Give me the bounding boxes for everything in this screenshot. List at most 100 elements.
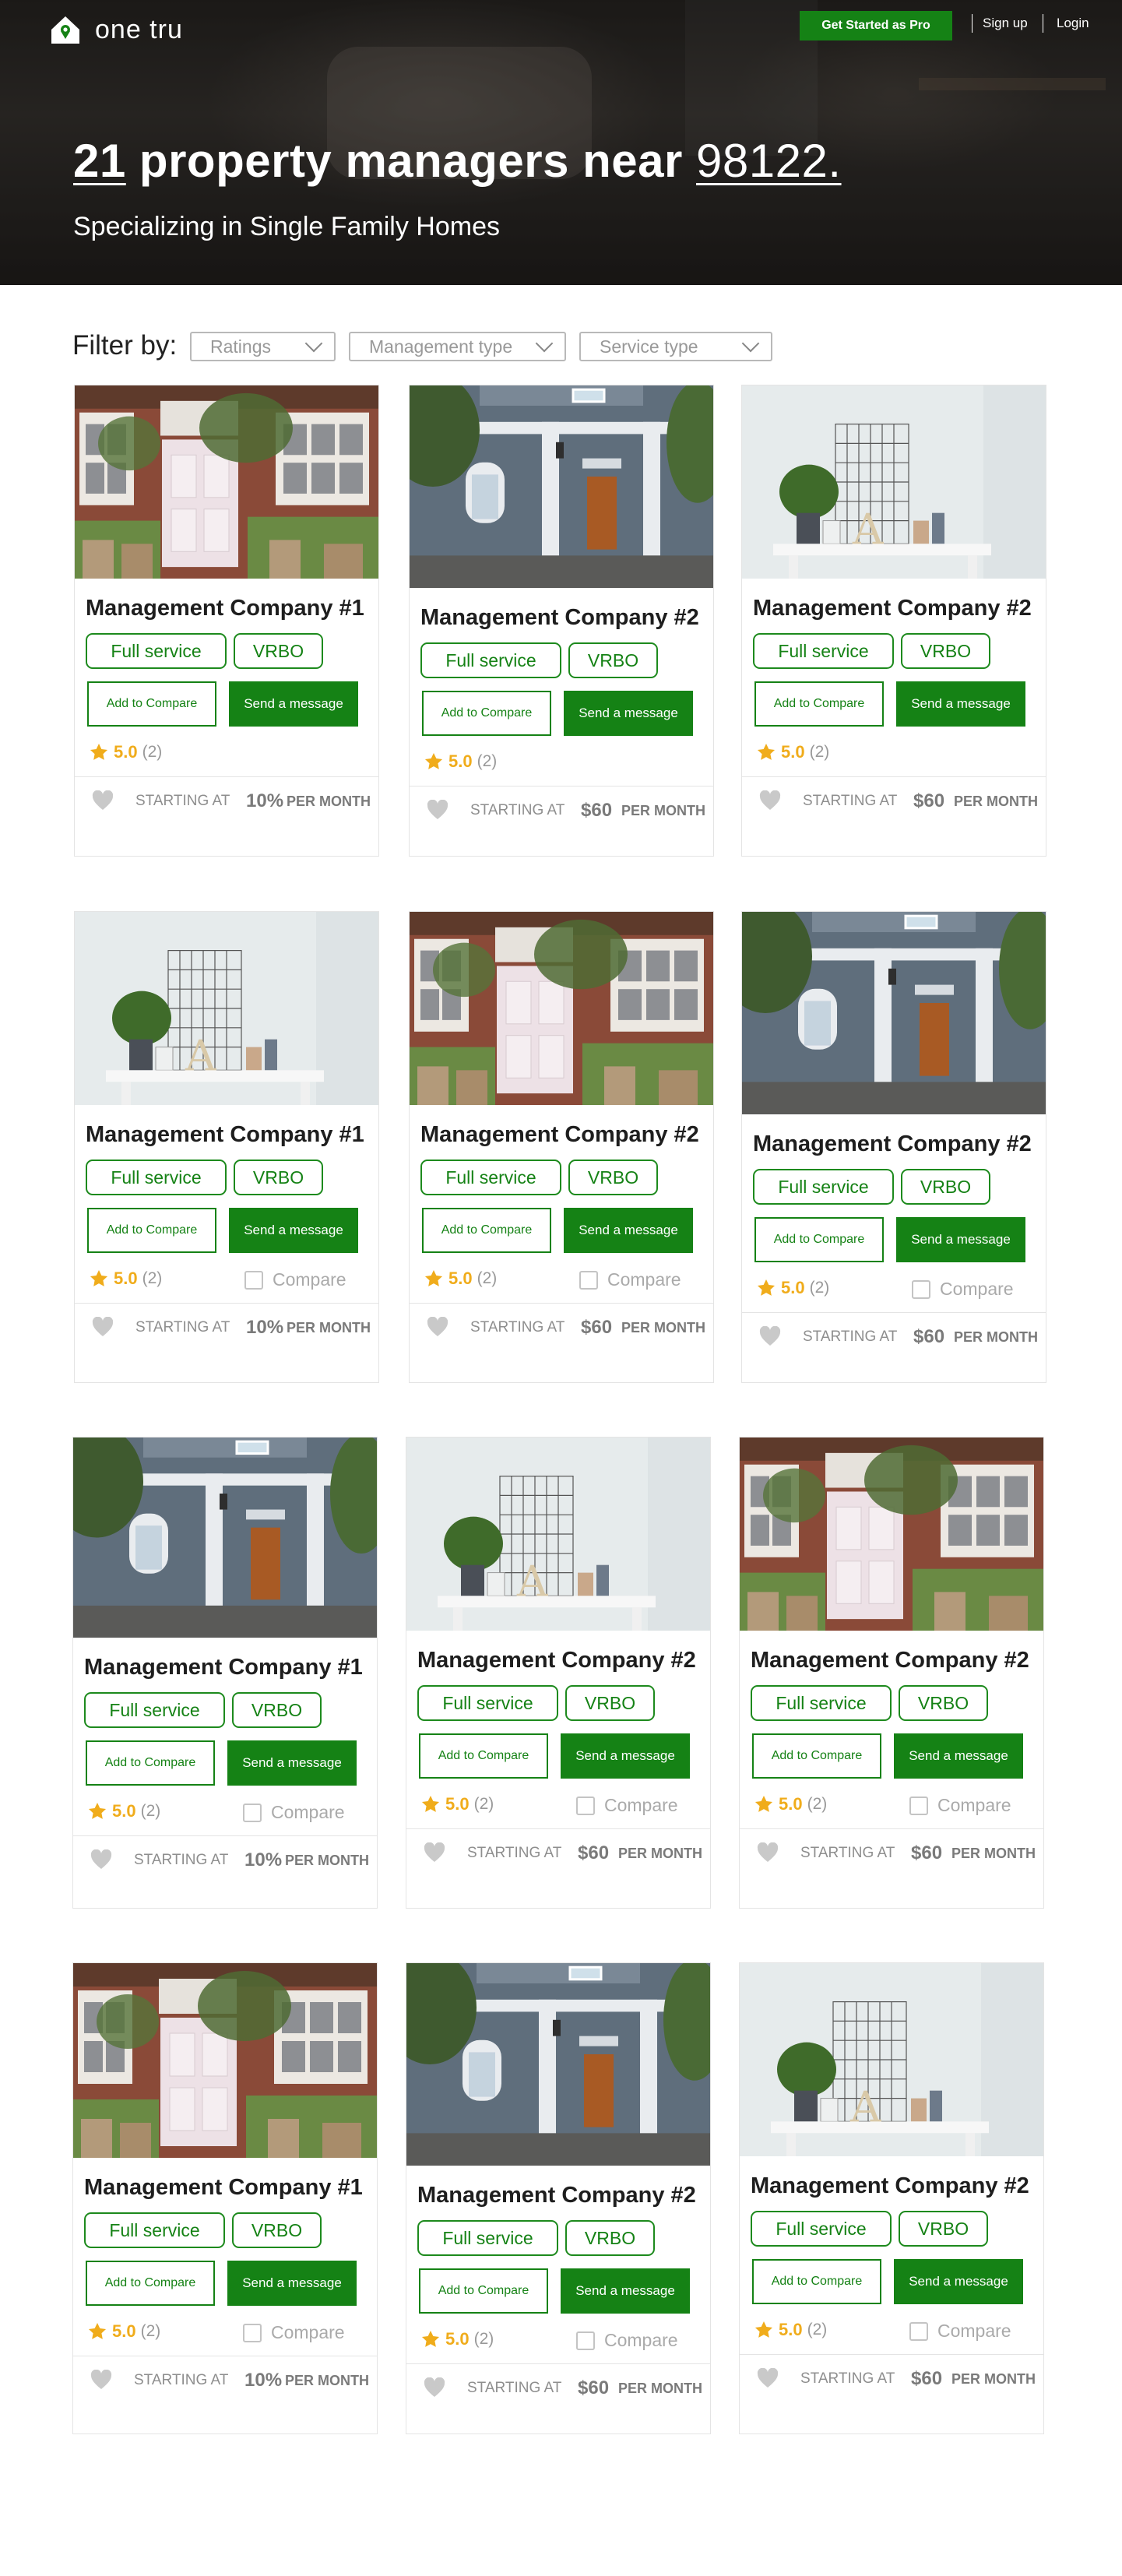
- price-value: 10%: [246, 1317, 284, 1338]
- company-card[interactable]: Management Company #2 Full service VRBO …: [409, 385, 714, 857]
- heart-icon[interactable]: [92, 790, 114, 811]
- company-card[interactable]: Management Company #2 Full service VRBO …: [739, 1437, 1044, 1909]
- brick-door-image[interactable]: [73, 1963, 377, 2158]
- plant-shelf-image[interactable]: A: [742, 385, 1046, 579]
- plant-shelf-image[interactable]: A: [406, 1438, 710, 1631]
- company-card[interactable]: Management Company #1 Full service VRBO …: [72, 1437, 378, 1909]
- zip-code-link[interactable]: 98122.: [696, 135, 842, 187]
- company-card[interactable]: Management Company #1 Full service VRBO …: [72, 1962, 378, 2434]
- company-name[interactable]: Management Company #2: [417, 1648, 696, 1673]
- rating: 5.0 (2): [756, 742, 829, 762]
- heart-icon[interactable]: [759, 790, 781, 811]
- send-message-button[interactable]: Send a message: [227, 2261, 357, 2306]
- add-to-compare-button[interactable]: Add to Compare: [754, 1217, 884, 1262]
- compare-checkbox[interactable]: Compare: [576, 2330, 678, 2351]
- compare-checkbox[interactable]: Compare: [909, 2321, 1011, 2342]
- tag-full-service: Full service: [751, 1685, 892, 1721]
- company-name[interactable]: Management Company #2: [751, 1648, 1029, 1673]
- heart-icon[interactable]: [92, 1317, 114, 1337]
- compare-checkbox[interactable]: Compare: [576, 1795, 678, 1816]
- add-to-compare-button[interactable]: Add to Compare: [422, 1208, 551, 1253]
- add-to-compare-button[interactable]: Add to Compare: [419, 1733, 548, 1779]
- company-card[interactable]: Management Company #2 Full service VRBO …: [741, 911, 1046, 1383]
- send-message-button[interactable]: Send a message: [896, 681, 1025, 727]
- company-name[interactable]: Management Company #2: [420, 605, 699, 631]
- add-to-compare-button[interactable]: Add to Compare: [86, 1740, 215, 1786]
- add-to-compare-button[interactable]: Add to Compare: [752, 1733, 881, 1779]
- company-name[interactable]: Management Company #1: [86, 596, 364, 621]
- review-count: (2): [809, 1279, 830, 1297]
- brick-door-image[interactable]: [740, 1438, 1043, 1631]
- brick-door-image[interactable]: [75, 385, 378, 579]
- send-message-button[interactable]: Send a message: [894, 2259, 1023, 2304]
- chevron-down-icon: [304, 334, 323, 353]
- per-month-label: PER MONTH: [621, 803, 705, 818]
- company-name[interactable]: Management Company #2: [417, 2183, 696, 2208]
- heart-icon[interactable]: [90, 1849, 112, 1870]
- heart-icon[interactable]: [90, 2370, 112, 2390]
- plant-shelf-image[interactable]: A: [740, 1963, 1043, 2156]
- add-to-compare-button[interactable]: Add to Compare: [87, 1208, 216, 1253]
- heart-icon[interactable]: [424, 2377, 445, 2398]
- per-month-label: PER MONTH: [621, 1320, 705, 1336]
- add-to-compare-button[interactable]: Add to Compare: [86, 2261, 215, 2306]
- heart-icon[interactable]: [424, 1842, 445, 1863]
- heart-icon[interactable]: [757, 2368, 779, 2388]
- company-card[interactable]: A Management Company #2 Full service VRB…: [739, 1962, 1044, 2434]
- ratings-filter-dropdown[interactable]: Ratings: [190, 332, 336, 361]
- rating-value: 5.0: [781, 742, 805, 762]
- send-message-button[interactable]: Send a message: [564, 1208, 693, 1253]
- compare-checkbox[interactable]: Compare: [244, 1269, 346, 1290]
- send-message-button[interactable]: Send a message: [561, 2268, 690, 2314]
- brick-door-image[interactable]: [410, 912, 713, 1105]
- compare-checkbox[interactable]: Compare: [912, 1279, 1014, 1300]
- company-card[interactable]: A Management Company #2 Full service VRB…: [406, 1437, 711, 1909]
- send-message-button[interactable]: Send a message: [229, 1208, 358, 1253]
- heart-icon[interactable]: [427, 1317, 448, 1337]
- filter-label: Filter by:: [72, 330, 178, 361]
- compare-checkbox[interactable]: Compare: [243, 2322, 345, 2343]
- signup-link[interactable]: Sign up: [983, 16, 1028, 31]
- company-card[interactable]: Management Company #1 Full service VRBO …: [74, 385, 379, 857]
- service-type-filter-dropdown[interactable]: Service type: [579, 332, 772, 361]
- send-message-button[interactable]: Send a message: [896, 1217, 1025, 1262]
- add-to-compare-button[interactable]: Add to Compare: [419, 2268, 548, 2314]
- send-message-button[interactable]: Send a message: [561, 1733, 690, 1779]
- add-to-compare-button[interactable]: Add to Compare: [754, 681, 884, 727]
- blue-house-image[interactable]: [406, 1963, 710, 2166]
- company-card[interactable]: A Management Company #1 Full service VRB…: [74, 911, 379, 1383]
- send-message-button[interactable]: Send a message: [894, 1733, 1023, 1779]
- compare-checkbox[interactable]: Compare: [243, 1802, 345, 1823]
- management-type-filter-dropdown[interactable]: Management type: [349, 332, 566, 361]
- get-started-pro-button[interactable]: Get Started as Pro: [800, 11, 952, 40]
- blue-house-image[interactable]: [742, 912, 1046, 1114]
- company-card[interactable]: A Management Company #2 Full service VRB…: [741, 385, 1046, 857]
- company-name[interactable]: Management Company #1: [84, 1655, 363, 1680]
- company-name[interactable]: Management Company #1: [86, 1122, 364, 1148]
- company-card[interactable]: Management Company #2 Full service VRBO …: [406, 1962, 711, 2434]
- send-message-button[interactable]: Send a message: [564, 691, 693, 736]
- heart-icon[interactable]: [757, 1842, 779, 1863]
- heart-icon[interactable]: [759, 1326, 781, 1346]
- heart-icon[interactable]: [427, 800, 448, 820]
- company-name[interactable]: Management Company #2: [420, 1122, 699, 1148]
- starting-at-label: STARTING AT: [803, 1328, 898, 1345]
- plant-shelf-image[interactable]: A: [75, 912, 378, 1105]
- send-message-button[interactable]: Send a message: [229, 681, 358, 727]
- company-card[interactable]: Management Company #2 Full service VRBO …: [409, 911, 714, 1383]
- blue-house-image[interactable]: [410, 385, 713, 588]
- compare-checkbox[interactable]: Compare: [909, 1795, 1011, 1816]
- compare-checkbox[interactable]: Compare: [579, 1269, 681, 1290]
- rating: 5.0 (2): [756, 1278, 829, 1298]
- add-to-compare-button[interactable]: Add to Compare: [422, 691, 551, 736]
- company-name[interactable]: Management Company #2: [751, 2173, 1029, 2199]
- add-to-compare-button[interactable]: Add to Compare: [752, 2259, 881, 2304]
- logo[interactable]: one tru: [48, 12, 183, 47]
- company-name[interactable]: Management Company #2: [753, 596, 1032, 621]
- send-message-button[interactable]: Send a message: [227, 1740, 357, 1786]
- company-name[interactable]: Management Company #2: [753, 1131, 1032, 1157]
- login-link[interactable]: Login: [1057, 16, 1089, 31]
- company-name[interactable]: Management Company #1: [84, 2175, 363, 2201]
- add-to-compare-button[interactable]: Add to Compare: [87, 681, 216, 727]
- blue-house-image[interactable]: [73, 1438, 377, 1638]
